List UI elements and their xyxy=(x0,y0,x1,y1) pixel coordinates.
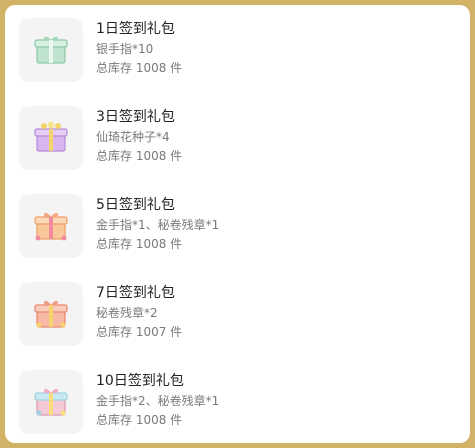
green-gift-box-icon xyxy=(34,36,68,64)
gift-item-10[interactable]: 10日签到礼包 金手指*2、秘卷残章*1 总库存 1008 件 xyxy=(19,370,459,434)
gift-title: 1日签到礼包 xyxy=(96,21,175,37)
orange-gift-box-icon xyxy=(34,212,68,241)
gift-reward: 金手指*2、秘卷残章*1 xyxy=(96,394,220,408)
gift-list-panel: 1日签到礼包 银手指*10 总库存 1008 件 3日签到礼包 仙琦花种子*4 … xyxy=(5,5,470,443)
purple-gift-box-icon xyxy=(34,121,68,152)
gift-item-3[interactable]: 3日签到礼包 仙琦花种子*4 总库存 1008 件 xyxy=(19,106,459,170)
gift-stock: 总库存 1008 件 xyxy=(96,149,183,163)
gift-title: 7日签到礼包 xyxy=(96,285,175,301)
gift-stock: 总库存 1008 件 xyxy=(96,413,183,427)
gift-item-1[interactable]: 1日签到礼包 银手指*10 总库存 1008 件 xyxy=(19,18,459,82)
gift-thumbnail xyxy=(19,194,83,258)
gift-thumbnail xyxy=(19,282,83,346)
gift-title: 10日签到礼包 xyxy=(96,373,184,389)
gift-stock: 总库存 1007 件 xyxy=(96,325,183,339)
gift-reward: 银手指*10 xyxy=(96,42,154,56)
gift-thumbnail xyxy=(19,106,83,170)
gift-stock: 总库存 1008 件 xyxy=(96,61,183,75)
gift-item-5[interactable]: 5日签到礼包 金手指*1、秘卷残章*1 总库存 1008 件 xyxy=(19,194,459,258)
gift-title: 3日签到礼包 xyxy=(96,109,175,125)
gift-reward: 秘卷残章*2 xyxy=(96,306,158,320)
gift-thumbnail xyxy=(19,18,83,82)
gift-reward: 金手指*1、秘卷残章*1 xyxy=(96,218,220,232)
peach-gift-box-icon xyxy=(34,300,68,328)
gift-title: 5日签到礼包 xyxy=(96,197,175,213)
gift-reward: 仙琦花种子*4 xyxy=(96,130,170,144)
gift-stock: 总库存 1008 件 xyxy=(96,237,183,251)
gift-item-7[interactable]: 7日签到礼包 秘卷残章*2 总库存 1007 件 xyxy=(19,282,459,346)
pastel-gift-box-icon xyxy=(34,388,68,416)
gift-thumbnail xyxy=(19,370,83,434)
